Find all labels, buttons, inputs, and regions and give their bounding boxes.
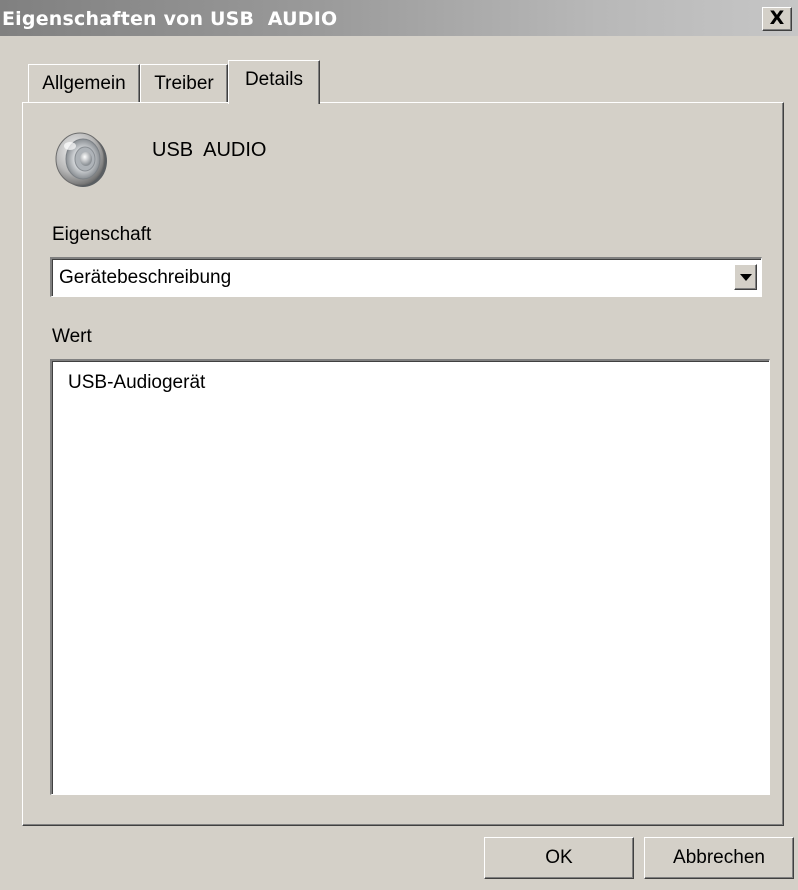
value-label: Wert (52, 326, 92, 347)
tab-treiber[interactable]: Treiber (140, 64, 228, 102)
cancel-button[interactable]: Abbrechen (644, 837, 794, 879)
properties-dialog: Eigenschaften von USB AUDIO X Allgemein … (0, 0, 798, 890)
tab-allgemein[interactable]: Allgemein (28, 64, 140, 102)
property-label: Eigenschaft (52, 224, 152, 245)
speaker-icon (55, 132, 107, 187)
value-listbox-area: USB-Audiogerät (52, 361, 769, 794)
property-dropdown-field: Gerätebeschreibung (52, 259, 761, 296)
property-selected-value: Gerätebeschreibung (59, 267, 232, 288)
window-title: Eigenschaften von USB AUDIO (2, 8, 338, 30)
ok-button[interactable]: OK (484, 837, 634, 879)
device-name: USB AUDIO (152, 139, 267, 161)
title-bar[interactable]: Eigenschaften von USB AUDIO X (0, 0, 798, 36)
dropdown-arrow-button[interactable] (734, 264, 757, 290)
close-button[interactable]: X (762, 7, 792, 31)
property-dropdown[interactable]: Gerätebeschreibung (50, 257, 762, 297)
tab-details[interactable]: Details (228, 60, 320, 104)
list-item[interactable]: USB-Audiogerät (68, 372, 205, 394)
value-listbox[interactable]: USB-Audiogerät (50, 359, 770, 795)
